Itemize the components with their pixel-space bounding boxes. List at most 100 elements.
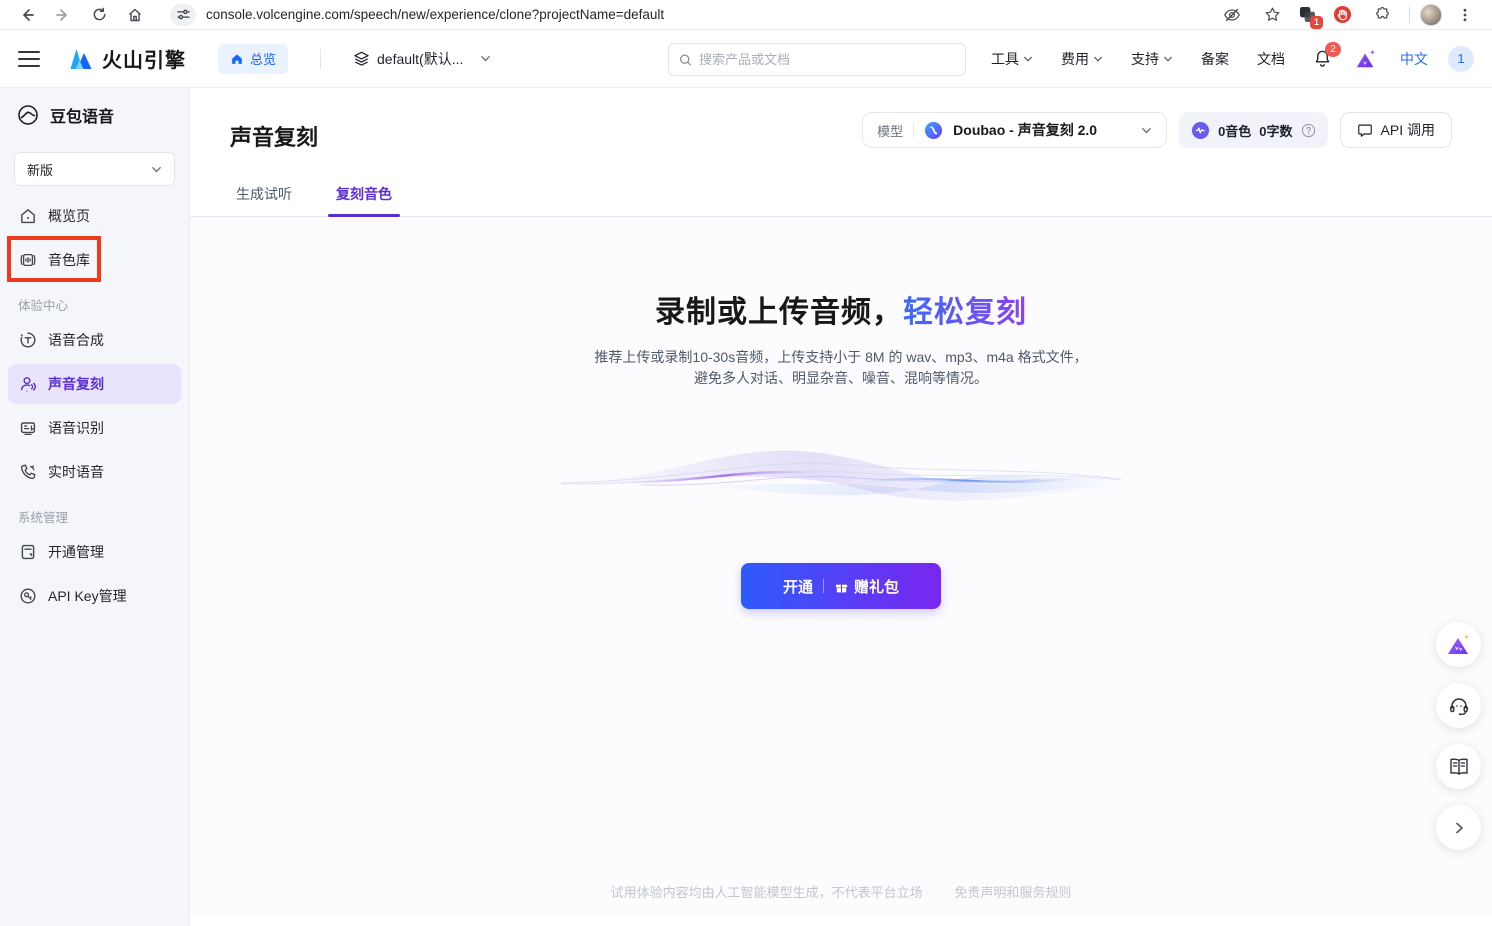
product-header: 豆包语音 <box>0 88 189 142</box>
toolbar-divider <box>1409 7 1410 23</box>
chevron-right-icon <box>1452 821 1466 835</box>
collapse-fab[interactable] <box>1436 805 1481 850</box>
support-fab[interactable] <box>1436 683 1481 728</box>
chevron-down-icon <box>480 53 491 64</box>
hero-desc-line1: 推荐上传或录制10-30s音频，上传支持小于 8M 的 wav、mp3、m4a … <box>190 347 1492 368</box>
refresh-icon[interactable] <box>87 3 111 27</box>
sidebar-item-label: 音色库 <box>48 250 90 270</box>
chevron-down-icon <box>1141 125 1152 136</box>
sidebar-item-voice-clone[interactable]: 声音复刻 <box>8 364 181 404</box>
project-selector[interactable]: default(默认... <box>353 49 491 69</box>
nav-menu-icp[interactable]: 备案 <box>1187 49 1243 69</box>
docs-fab[interactable] <box>1436 744 1481 789</box>
navbar-divider <box>320 49 321 69</box>
doubao-model-icon <box>924 121 943 140</box>
tab-clone-voice[interactable]: 复刻音色 <box>334 176 394 216</box>
sidebar-item-voice-library[interactable]: 音色库 <box>8 240 181 280</box>
sidebar-item-asr[interactable]: 语音识别 <box>8 408 181 448</box>
headset-icon <box>1448 695 1470 717</box>
tts-icon <box>18 330 38 350</box>
phone-icon <box>18 462 38 482</box>
password-extension-icon[interactable]: 1 <box>1295 3 1319 27</box>
hero-description: 推荐上传或录制10-30s音频，上传支持小于 8M 的 wav、mp3、m4a … <box>190 347 1492 389</box>
account-avatar[interactable]: 1 <box>1448 46 1474 72</box>
menu-label: 工具 <box>991 49 1019 69</box>
waveform-graphic <box>190 427 1492 517</box>
main-panel: 声音复刻 模型 Doubao - 声音复刻 2.0 0音色 0字数 <box>190 88 1492 926</box>
overview-button[interactable]: 总览 <box>218 44 288 74</box>
nav-menu-support[interactable]: 支持 <box>1117 49 1187 69</box>
asr-icon <box>18 418 38 438</box>
ai-helper-fab[interactable] <box>1436 622 1481 667</box>
bookmark-star-icon[interactable] <box>1260 3 1284 27</box>
forward-icon[interactable] <box>51 3 75 27</box>
sidebar-item-label: 概览页 <box>48 206 90 226</box>
version-select[interactable]: 新版 <box>14 152 175 186</box>
volcengine-logo-icon <box>68 47 94 71</box>
api-call-icon <box>1357 122 1373 138</box>
product-search[interactable] <box>668 43 966 76</box>
gift-label: 赠礼包 <box>854 576 899 597</box>
url-bar[interactable]: console.volcengine.com/speech/new/experi… <box>206 7 1213 22</box>
chevron-down-icon <box>1023 54 1033 64</box>
language-switcher[interactable]: 中文 <box>1390 49 1438 69</box>
footer-links[interactable]: 免责声明和服务规则 <box>954 885 1071 900</box>
home-icon[interactable] <box>123 3 147 27</box>
extensions-puzzle-icon[interactable] <box>1370 3 1394 27</box>
volcengine-logo[interactable]: 火山引擎 <box>68 44 186 73</box>
api-key-icon <box>18 586 38 606</box>
menu-label: 备案 <box>1201 49 1229 69</box>
sidebar-item-label: 语音识别 <box>48 418 104 438</box>
open-book-icon <box>1448 757 1470 777</box>
chevron-down-icon <box>1093 54 1103 64</box>
sidebar-item-label: 语音合成 <box>48 330 104 350</box>
nav-menu-tools[interactable]: 工具 <box>977 49 1047 69</box>
sidebar-item-tts[interactable]: 语音合成 <box>8 320 181 360</box>
activate-button[interactable]: 开通 赠礼包 <box>741 563 941 609</box>
back-icon[interactable] <box>15 3 39 27</box>
api-call-button[interactable]: API 调用 <box>1340 112 1452 148</box>
hero-title: 录制或上传音频，轻松复刻 <box>190 217 1492 331</box>
page-title: 声音复刻 <box>230 120 318 152</box>
sidebar-section-system: 系统管理 <box>8 496 181 532</box>
model-value: Doubao - 声音复刻 2.0 <box>953 120 1097 140</box>
sidebar-item-overview[interactable]: 概览页 <box>8 196 181 236</box>
ai-assistant-button[interactable] <box>1354 48 1378 70</box>
site-info-icon[interactable] <box>170 4 196 26</box>
nav-menu-billing[interactable]: 费用 <box>1047 49 1117 69</box>
nav-menu-docs[interactable]: 文档 <box>1243 49 1299 69</box>
footer-disclaimer: 试用体验内容均由人工智能模型生成，不代表平台立场 <box>611 885 923 900</box>
question-circle-icon[interactable] <box>1301 123 1316 138</box>
adblock-icon[interactable] <box>1330 3 1354 27</box>
browser-profile-avatar[interactable] <box>1420 4 1442 26</box>
product-name: 豆包语音 <box>50 103 114 127</box>
model-selector[interactable]: 模型 Doubao - 声音复刻 2.0 <box>862 112 1167 148</box>
console-navbar: 火山引擎 总览 default(默认... 企业 工具 费用 支持 <box>0 30 1492 88</box>
page-footer: 试用体验内容均由人工智能模型生成，不代表平台立场 免责声明和服务规则 <box>190 882 1492 901</box>
browser-menu-icon[interactable] <box>1453 3 1477 27</box>
sidebar-section-experience: 体验中心 <box>8 284 181 320</box>
gift-icon <box>834 579 849 594</box>
project-value: default(默认... <box>377 49 463 69</box>
sidebar-item-api-key[interactable]: API Key管理 <box>8 576 181 616</box>
eye-off-icon[interactable] <box>1220 3 1244 27</box>
tab-generate-preview[interactable]: 生成试听 <box>234 176 294 216</box>
browser-toolbar: console.volcengine.com/speech/new/experi… <box>0 0 1492 30</box>
version-value: 新版 <box>27 160 53 179</box>
notifications-button[interactable]: 2 <box>1313 49 1332 68</box>
hamburger-menu-icon[interactable] <box>18 48 40 70</box>
sidebar: 豆包语音 新版 概览页 音色库 体验中心 <box>0 88 190 926</box>
chevron-down-icon <box>1163 54 1173 64</box>
sidebar-item-label: 实时语音 <box>48 462 104 482</box>
search-input[interactable] <box>699 52 955 67</box>
cta-divider <box>823 579 824 593</box>
logo-text: 火山引擎 <box>102 44 186 73</box>
sidebar-item-label: API Key管理 <box>48 586 127 606</box>
sidebar-item-label: 开通管理 <box>48 542 104 562</box>
activate-label: 开通 <box>783 576 813 597</box>
model-label: 模型 <box>877 121 903 140</box>
layers-icon <box>353 50 370 67</box>
sidebar-item-realtime-voice[interactable]: 实时语音 <box>8 452 181 492</box>
sidebar-item-activation[interactable]: 开通管理 <box>8 532 181 572</box>
search-icon <box>679 53 692 67</box>
